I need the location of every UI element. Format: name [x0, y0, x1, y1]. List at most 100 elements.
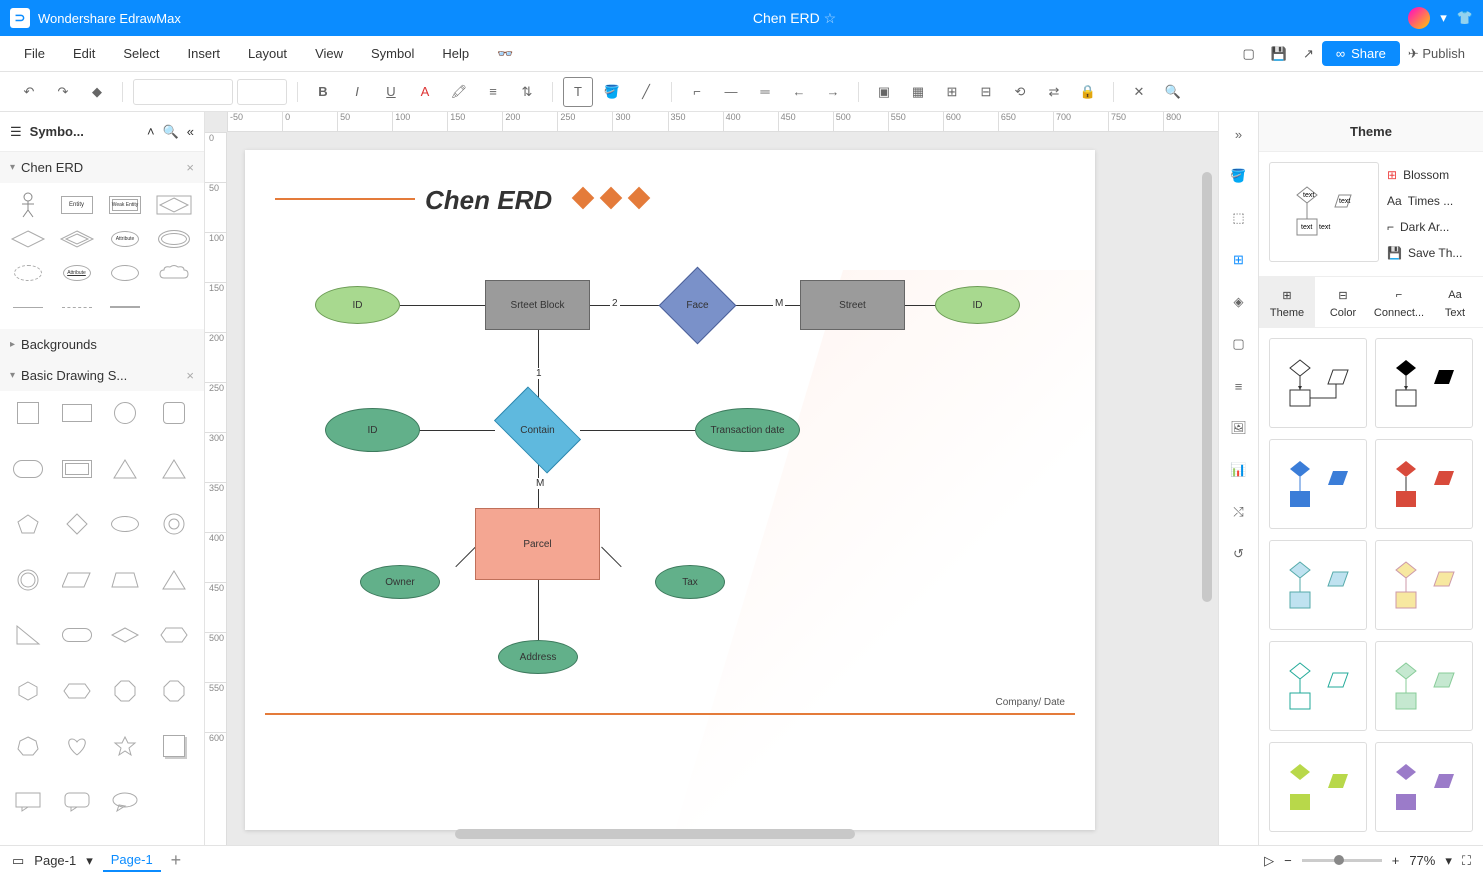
theme-card[interactable]	[1269, 742, 1367, 832]
triangle-shape[interactable]	[105, 455, 145, 483]
database-icon[interactable]: ≡	[1227, 374, 1251, 398]
node-id3[interactable]: ID	[325, 408, 420, 452]
node-parcel[interactable]: Parcel	[475, 508, 600, 580]
close-section-icon[interactable]: ×	[186, 160, 194, 175]
align-objects-icon[interactable]: ⊞	[937, 77, 967, 107]
double-circle-shape[interactable]	[8, 566, 48, 594]
trapezoid-shape[interactable]	[105, 566, 145, 594]
diamond2-shape[interactable]	[105, 621, 145, 649]
key-attribute-shape[interactable]: Attribute	[57, 259, 97, 287]
tab-text[interactable]: AaText	[1427, 277, 1483, 327]
opt-save-theme[interactable]: 💾Save Th...	[1387, 240, 1473, 266]
opt-blossom[interactable]: ⊞Blossom	[1387, 162, 1473, 188]
oval-callout-shape[interactable]	[105, 788, 145, 816]
present-icon[interactable]: ▢	[1227, 332, 1251, 356]
node-id1[interactable]: ID	[315, 286, 400, 324]
favorite-star-icon[interactable]: ☆	[824, 10, 837, 26]
frame-shape[interactable]	[57, 455, 97, 483]
canvas-area[interactable]: -500501001502002503003504004505005506006…	[205, 112, 1218, 845]
shuffle-icon[interactable]: ⤭	[1227, 500, 1251, 524]
arrow-end-icon[interactable]: →	[818, 77, 848, 107]
theme-card[interactable]	[1375, 742, 1473, 832]
avatar-dropdown-icon[interactable]: ▾	[1440, 10, 1447, 26]
node-street[interactable]: Street	[800, 280, 905, 330]
pages-icon[interactable]: ▭	[12, 853, 24, 869]
add-page-icon[interactable]: +	[171, 850, 182, 871]
font-color-icon[interactable]: A	[410, 77, 440, 107]
ellipse-shape[interactable]	[105, 510, 145, 538]
format-painter-icon[interactable]: ◆	[82, 77, 112, 107]
node-face[interactable]: Face	[670, 278, 725, 333]
callout-shape[interactable]	[8, 788, 48, 816]
user-avatar[interactable]	[1408, 7, 1430, 29]
thickline-shape[interactable]	[105, 293, 145, 321]
octagon2-shape[interactable]	[154, 677, 194, 705]
zoom-dropdown-icon[interactable]: ▾	[1445, 853, 1452, 869]
theme-card[interactable]	[1269, 338, 1367, 428]
section-backgrounds[interactable]: ▸ Backgrounds	[0, 329, 204, 360]
image-icon[interactable]: 🖼	[1227, 416, 1251, 440]
hexagon3-shape[interactable]	[57, 677, 97, 705]
opt-connector[interactable]: ⌐Dark Ar...	[1387, 214, 1473, 240]
underline-icon[interactable]: U	[376, 77, 406, 107]
italic-icon[interactable]: I	[342, 77, 372, 107]
font-size-dropdown[interactable]	[237, 79, 287, 105]
rounded-callout-shape[interactable]	[57, 788, 97, 816]
octagon-shape[interactable]	[105, 677, 145, 705]
page-dropdown-icon[interactable]: ▾	[86, 853, 93, 869]
right-triangle-shape[interactable]	[8, 621, 48, 649]
highlight-icon[interactable]: 🖍	[444, 77, 474, 107]
play-icon[interactable]: ▷	[1264, 853, 1274, 869]
settings-icon[interactable]: ✕	[1124, 77, 1154, 107]
distribute-icon[interactable]: ⊟	[971, 77, 1001, 107]
page-selector[interactable]: Page-1	[34, 853, 76, 868]
stickman-shape[interactable]	[8, 191, 48, 219]
circle-shape[interactable]	[105, 399, 145, 427]
pentagon-shape[interactable]	[8, 510, 48, 538]
align-icon[interactable]: ≡	[478, 77, 508, 107]
hexagon-shape[interactable]	[154, 621, 194, 649]
node-transaction-date[interactable]: Transaction date	[695, 408, 800, 452]
heart-shape[interactable]	[57, 732, 97, 760]
spacing-icon[interactable]: ⇅	[512, 77, 542, 107]
relationship-shape[interactable]	[8, 225, 48, 253]
zoom-slider[interactable]	[1302, 859, 1382, 862]
undo-icon[interactable]: ↶	[14, 77, 44, 107]
expand-panel-icon[interactable]: »	[1227, 122, 1251, 146]
line-style-icon[interactable]: —	[716, 77, 746, 107]
theme-card[interactable]	[1375, 540, 1473, 630]
line-shape[interactable]	[8, 293, 48, 321]
shadow-rect-shape[interactable]	[154, 732, 194, 760]
text-box-icon[interactable]: T	[563, 77, 593, 107]
ungroup-icon[interactable]: ▦	[903, 77, 933, 107]
rounded-square-shape[interactable]	[154, 399, 194, 427]
horizontal-scrollbar[interactable]	[455, 829, 855, 839]
fill-icon[interactable]: 🪣	[597, 77, 627, 107]
search-symbols-icon[interactable]: 🔍	[163, 124, 179, 140]
cloud-shape[interactable]	[154, 259, 194, 287]
theme-card[interactable]	[1375, 338, 1473, 428]
multi-attribute-shape[interactable]	[154, 225, 194, 253]
node-tax[interactable]: Tax	[655, 565, 725, 599]
triangle2-shape[interactable]	[154, 455, 194, 483]
font-family-dropdown[interactable]	[133, 79, 233, 105]
weak-entity-shape[interactable]: Weak Entity	[105, 191, 145, 219]
menu-insert[interactable]: Insert	[174, 46, 235, 61]
dashline-shape[interactable]	[57, 293, 97, 321]
square-shape[interactable]	[8, 399, 48, 427]
theme-card[interactable]	[1269, 641, 1367, 731]
line-color-icon[interactable]: ╱	[631, 77, 661, 107]
section-basic-shapes[interactable]: ▾ Basic Drawing S... ×	[0, 360, 204, 391]
menu-binoculars-icon[interactable]: 👓	[483, 46, 527, 62]
export-icon[interactable]: ↗	[1295, 46, 1322, 62]
menu-help[interactable]: Help	[428, 46, 483, 61]
triangle3-shape[interactable]	[154, 566, 194, 594]
style-icon[interactable]: ⬚	[1227, 206, 1251, 230]
rounded-rect-shape[interactable]	[8, 455, 48, 483]
rotate-icon[interactable]: ⟲	[1005, 77, 1035, 107]
parallelogram-shape[interactable]	[57, 566, 97, 594]
section-chen-erd[interactable]: ▾ Chen ERD ×	[0, 152, 204, 183]
partial-key-shape[interactable]	[105, 259, 145, 287]
paint-bucket-icon[interactable]: 🪣	[1227, 164, 1251, 188]
heptagon-shape[interactable]	[8, 732, 48, 760]
